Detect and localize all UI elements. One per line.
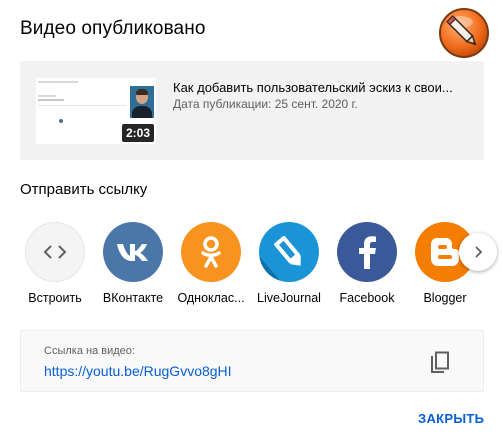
share-odnoklassniki-button[interactable]: Одноклас...	[171, 222, 251, 305]
livejournal-icon	[259, 222, 319, 282]
video-link[interactable]: https://youtu.be/RugGvvo8gHI	[44, 363, 232, 379]
close-button[interactable]: ЗАКРЫТЬ	[418, 411, 484, 426]
video-duration: 2:03	[121, 124, 154, 142]
pencil-logo-icon	[438, 7, 490, 59]
chevron-right-icon	[471, 245, 485, 259]
copy-icon	[429, 351, 451, 375]
link-caption: Ссылка на видео:	[44, 345, 135, 357]
share-label: Одноклас...	[177, 291, 245, 305]
share-embed-button[interactable]: Встроить	[24, 222, 95, 305]
share-heading: Отправить ссылку	[20, 181, 148, 198]
odnoklassniki-icon	[181, 222, 241, 282]
share-targets: Встроить ВКонтакте Одноклас... LiveJourn…	[24, 222, 502, 312]
presenter-webcam	[130, 86, 154, 118]
share-label: ВКонтакте	[102, 291, 164, 305]
share-dialog: Видео опубликовано 2:03 Как добавить пол…	[0, 0, 502, 441]
embed-code-icon	[25, 222, 85, 282]
share-livejournal-button[interactable]: LiveJournal	[249, 222, 329, 305]
share-label: Facebook	[339, 291, 395, 305]
share-vk-button[interactable]: ВКонтакте	[93, 222, 173, 305]
publish-date: Дата публикации: 25 сент. 2020 г.	[173, 97, 358, 111]
video-title: Как добавить пользовательский эскиз к св…	[173, 80, 453, 95]
share-label: Встроить	[28, 291, 82, 305]
video-card: 2:03 Как добавить пользовательский эскиз…	[20, 61, 484, 160]
facebook-icon	[337, 222, 397, 282]
video-thumbnail[interactable]: 2:03	[36, 78, 156, 144]
next-share-button[interactable]	[459, 233, 497, 271]
share-label: LiveJournal	[257, 291, 321, 305]
share-label: Blogger	[423, 291, 467, 305]
share-facebook-button[interactable]: Facebook	[327, 222, 407, 305]
vk-icon	[103, 222, 163, 282]
video-link-box: Ссылка на видео: https://youtu.be/RugGvv…	[20, 330, 484, 392]
dialog-title: Видео опубликовано	[20, 18, 206, 39]
copy-link-button[interactable]	[425, 348, 455, 378]
